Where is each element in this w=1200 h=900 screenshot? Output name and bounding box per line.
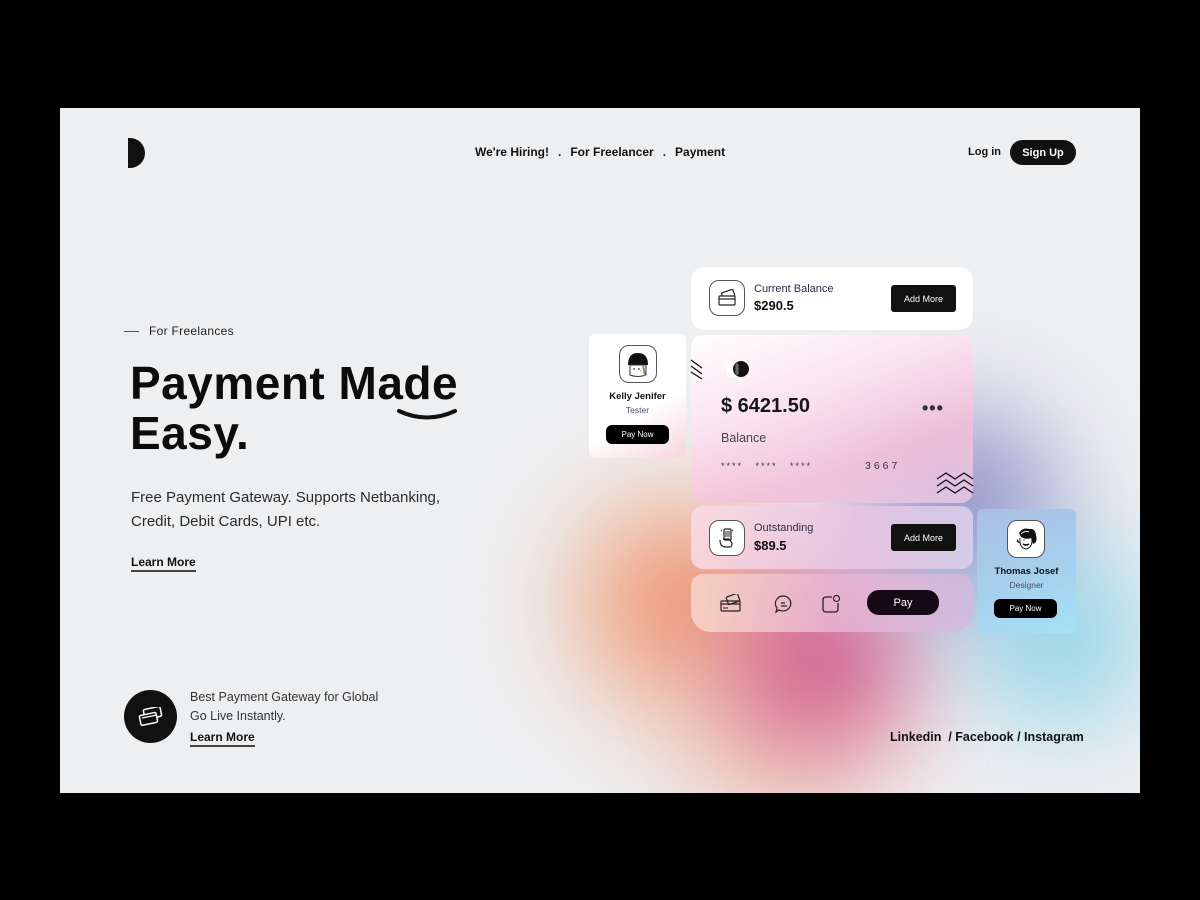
nav-item-payment[interactable]: Payment xyxy=(675,145,725,159)
contact-card-kelly[interactable]: Kelly Jenifer Tester Pay Now xyxy=(589,334,686,458)
action-bar: Pay xyxy=(691,574,973,632)
avatar-kelly xyxy=(619,345,657,383)
card-icon[interactable] xyxy=(720,593,742,615)
zigzag-decoration-icon xyxy=(936,472,974,494)
current-balance-value: $290.5 xyxy=(754,298,794,313)
card-number-last4: 3667 xyxy=(865,460,901,472)
social-links[interactable]: Linkedin / Facebook / Instagram xyxy=(890,730,1084,744)
landing-page: We're Hiring! . For Freelancer . Payment… xyxy=(60,108,1140,793)
contact-card-thomas[interactable]: Thomas Josef Designer Pay Now xyxy=(977,509,1076,633)
notification-icon[interactable] xyxy=(820,593,842,615)
hand-card-icon xyxy=(709,520,745,556)
hero-description: Free Payment Gateway. Supports Netbankin… xyxy=(131,489,441,530)
promo-learn-more-link[interactable]: Learn More xyxy=(190,730,255,747)
hero-eyebrow: For Freelances xyxy=(124,324,234,338)
signup-button[interactable]: Sign Up xyxy=(1010,140,1076,165)
promo-line-2: Go Live Instantly. xyxy=(190,709,286,723)
chat-icon[interactable] xyxy=(773,593,795,615)
zigzag-decoration-icon xyxy=(690,359,703,380)
nav-separator: . xyxy=(662,145,667,159)
nav-separator: . xyxy=(557,145,562,159)
promo-line-1: Best Payment Gateway for Global xyxy=(190,690,379,704)
hero-learn-more-link[interactable]: Learn More xyxy=(131,555,196,572)
avatar-thomas xyxy=(1007,520,1045,558)
card-balance-amount: $ 6421.50 xyxy=(721,395,810,417)
contact-name: Thomas Josef xyxy=(994,566,1059,577)
contact-name: Kelly Jenifer xyxy=(609,391,666,402)
main-nav: We're Hiring! . For Freelancer . Payment xyxy=(475,145,725,159)
more-options-icon[interactable]: ••• xyxy=(922,398,944,419)
card-number-masked: **** **** **** xyxy=(721,461,813,471)
outstanding-card: Outstanding $89.5 Add More xyxy=(691,506,973,569)
contact-role: Tester xyxy=(625,405,650,415)
eyebrow-dash xyxy=(124,330,139,332)
credit-cards-icon xyxy=(124,690,177,743)
balance-card[interactable]: $ 6421.50 ••• Balance **** **** **** 366… xyxy=(691,335,973,503)
smile-underline-icon xyxy=(397,409,457,420)
card-balance-label: Balance xyxy=(721,431,767,445)
nav-item-freelancer[interactable]: For Freelancer xyxy=(570,145,653,159)
outstanding-value: $89.5 xyxy=(754,538,787,553)
add-more-balance-button[interactable]: Add More xyxy=(891,285,956,312)
eyebrow-text: For Freelances xyxy=(149,324,234,338)
add-more-outstanding-button[interactable]: Add More xyxy=(891,524,956,551)
half-circle-logo-icon[interactable] xyxy=(128,138,145,168)
login-link[interactable]: Log in xyxy=(968,146,1001,158)
pay-button[interactable]: Pay xyxy=(867,590,939,615)
contact-role: Designer xyxy=(1009,580,1044,590)
promo-text: Best Payment Gateway for Global Go Live … xyxy=(190,688,378,726)
current-balance-label: Current Balance xyxy=(754,283,834,295)
pay-now-button[interactable]: Pay Now xyxy=(994,599,1057,618)
nav-item-hiring[interactable]: We're Hiring! xyxy=(475,145,549,159)
outstanding-label: Outstanding xyxy=(754,522,814,534)
card-brand-icon xyxy=(727,361,749,377)
pay-now-button[interactable]: Pay Now xyxy=(606,425,669,444)
headline-line-1: Payment Made xyxy=(130,357,459,409)
wallet-card-icon xyxy=(709,280,745,316)
current-balance-card: Current Balance $290.5 Add More xyxy=(691,267,973,330)
